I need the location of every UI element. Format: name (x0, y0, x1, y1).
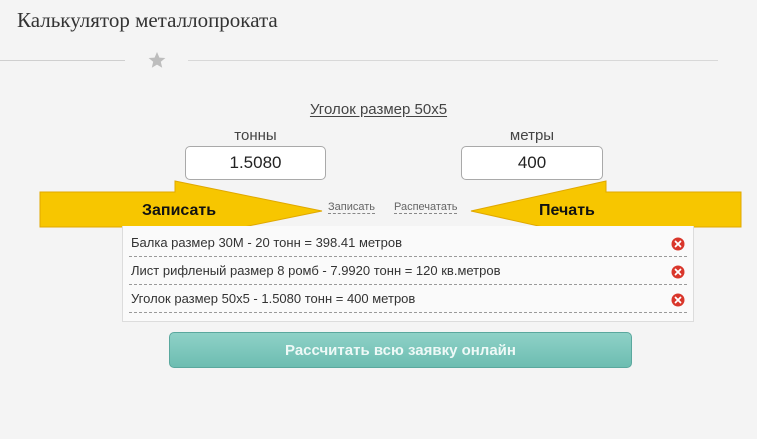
list-item-text: Лист рифленый размер 8 ромб - 7.9920 тон… (131, 263, 501, 278)
meters-input[interactable] (461, 146, 603, 180)
list-item-text: Балка размер 30М - 20 тонн = 398.41 метр… (131, 235, 403, 250)
print-arrow-label: Печать (539, 202, 595, 219)
remove-icon[interactable] (671, 265, 685, 279)
list-item-text: Уголок размер 50х5 - 1.5080 тонн = 400 м… (131, 291, 416, 306)
save-arrow-label: Записать (142, 202, 217, 219)
product-title[interactable]: Уголок размер 50х5 (310, 101, 447, 118)
title-divider-right (188, 60, 718, 61)
remove-icon[interactable] (671, 237, 685, 251)
star-icon (148, 52, 166, 68)
meters-label: метры (509, 127, 555, 144)
product-title-row: Уголок размер 50х5 (0, 101, 757, 119)
remove-icon[interactable] (671, 293, 685, 307)
calculate-all-button[interactable]: Рассчитать всю заявку онлайн (169, 332, 632, 368)
tons-label: тонны (234, 127, 277, 144)
print-link[interactable]: Распечатать (394, 201, 458, 214)
list-item: Лист рифленый размер 8 ромб - 7.9920 тон… (129, 257, 687, 285)
page-title: Калькулятор металлопроката (17, 8, 278, 32)
list-item: Уголок размер 50х5 - 1.5080 тонн = 400 м… (129, 285, 687, 313)
saved-items-panel: Балка размер 30М - 20 тонн = 398.41 метр… (122, 226, 694, 322)
title-divider-left (0, 60, 125, 61)
list-item: Балка размер 30М - 20 тонн = 398.41 метр… (129, 229, 687, 257)
save-link[interactable]: Записать (328, 201, 376, 214)
tons-input[interactable] (185, 146, 326, 180)
